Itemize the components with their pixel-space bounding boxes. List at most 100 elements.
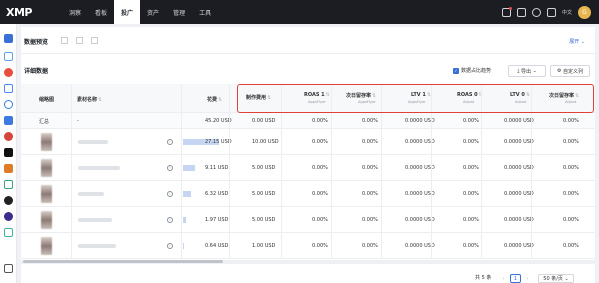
creative-thumbnail[interactable]	[41, 185, 52, 203]
panel-title: 数据预览	[24, 39, 49, 46]
tiktok-icon[interactable]	[4, 148, 13, 157]
col-spend[interactable]: 花费⇅	[207, 96, 222, 103]
cell-roas0-adjust: 0.00%	[463, 139, 479, 145]
column-divider	[181, 84, 182, 259]
cell-roas1-af: 0.00%	[312, 139, 328, 145]
nav-item-ads[interactable]: 投广	[114, 0, 141, 24]
google-ads-icon[interactable]	[4, 68, 13, 77]
language-switch[interactable]: 中文	[562, 9, 572, 16]
export-button[interactable]: ⤓ 导出 ⌄	[508, 65, 546, 77]
spend-ratio-bar	[183, 243, 184, 249]
snapchat-icon[interactable]	[4, 164, 13, 173]
cell-ltv0-adjust: 0.0000 USD	[504, 139, 534, 145]
download-icon: ⤓	[517, 68, 520, 74]
mintegral-icon[interactable]	[4, 196, 13, 205]
info-icon[interactable]: !	[167, 217, 173, 223]
prev-page-icon[interactable]: ‹	[499, 274, 508, 283]
export-label: 导出	[521, 68, 532, 75]
spend-ratio-bar	[183, 191, 191, 197]
gear-icon[interactable]	[4, 52, 13, 61]
facebook-icon[interactable]	[4, 84, 13, 93]
ironsource-icon[interactable]	[4, 212, 13, 221]
cell-retention-adjust: 0.00%	[563, 191, 579, 197]
meta-icon[interactable]	[4, 100, 13, 109]
cell-roas1-af: 0.00%	[312, 243, 328, 249]
summary-roas1-af: 0.00%	[312, 118, 328, 124]
cell-retention-adjust: 0.00%	[563, 139, 579, 145]
pie-view-icon[interactable]	[91, 37, 98, 44]
creative-name-redacted[interactable]	[78, 218, 112, 222]
vungle-icon[interactable]	[4, 228, 13, 237]
sort-icon[interactable]: ⇅	[98, 97, 102, 103]
cell-roas0-adjust: 0.00%	[463, 165, 479, 171]
custom-columns-label: 自定义列	[563, 68, 584, 75]
cell-ltv0-adjust: 0.0000 USD	[504, 243, 534, 249]
app-logo[interactable]: XMP	[0, 6, 36, 19]
creative-name-redacted[interactable]	[78, 166, 120, 170]
info-icon[interactable]: !	[167, 191, 173, 197]
nav-item-tools[interactable]: 工具	[192, 0, 218, 24]
applovin-icon[interactable]	[4, 116, 13, 125]
summary-ltv0-adjust: 0.0000 USD	[504, 118, 534, 124]
checkbox-checked-icon[interactable]: ✓	[453, 67, 459, 74]
cell-spend: 27.15 USD	[205, 139, 232, 145]
top-bar: XMP 洞察 看板 投广 资产 管理 工具 中文 G	[0, 0, 599, 24]
table-row[interactable]: ! 0.64 USD 1.00 USD 0.00% 0.00% 0.0000 USD 0.0…	[21, 233, 595, 259]
info-icon[interactable]: !	[167, 165, 173, 171]
scrollbar-thumb[interactable]	[23, 260, 223, 263]
cell-retention-adjust: 0.00%	[563, 243, 579, 249]
help-icon[interactable]	[531, 7, 541, 17]
nav-item-dashboard[interactable]: 看板	[88, 0, 114, 24]
creative-thumbnail[interactable]	[41, 133, 52, 151]
chevron-down-icon: ⌄	[532, 68, 537, 74]
cell-retention-af: 0.00%	[362, 165, 378, 171]
cell-ltv0-adjust: 0.0000 USD	[504, 165, 534, 171]
info-icon[interactable]: !	[167, 139, 173, 145]
pagination-total: 共 5 条	[475, 275, 492, 281]
bell-icon[interactable]	[501, 6, 512, 17]
ratio-checkbox[interactable]: ✓ 数据占比趋势	[453, 67, 491, 74]
page-size-select[interactable]: 50 条/页 ⌄	[538, 274, 574, 283]
table-view-icon[interactable]	[61, 37, 68, 44]
creative-thumbnail[interactable]	[41, 211, 52, 229]
cell-spend: 0.64 USD	[205, 243, 229, 249]
summary-production-cost: 0.00 USD	[252, 118, 276, 124]
column-divider	[71, 84, 72, 259]
nav-item-assets[interactable]: 资产	[140, 0, 166, 24]
cell-production-cost: 5.00 USD	[252, 165, 276, 171]
cell-retention-adjust: 0.00%	[563, 165, 579, 171]
creative-thumbnail[interactable]	[41, 237, 52, 255]
col-name[interactable]: 素材名称⇅	[77, 96, 102, 103]
sort-icon[interactable]: ⇅	[218, 97, 222, 103]
kwai-icon[interactable]	[4, 132, 13, 141]
summary-name: -	[77, 118, 79, 124]
info-icon[interactable]: !	[167, 243, 173, 249]
table-row[interactable]: ! 9.11 USD 5.00 USD 0.00% 0.00% 0.0000 USD 0.0…	[21, 155, 595, 181]
left-sidebar	[0, 24, 17, 283]
expand-link[interactable]: 展开 ⌄	[569, 38, 585, 45]
collapse-sidebar-icon[interactable]	[4, 264, 13, 273]
summary-spend: 45.20 USD	[205, 118, 232, 124]
custom-columns-button[interactable]: ⚙ 自定义列	[550, 65, 590, 77]
nav-item-insights[interactable]: 洞察	[62, 0, 88, 24]
creative-name-redacted[interactable]	[78, 192, 104, 196]
table-row[interactable]: ! 6.32 USD 5.00 USD 0.00% 0.00% 0.0000 USD 0.0…	[21, 181, 595, 207]
page-current[interactable]: 1	[510, 274, 521, 283]
grid-icon[interactable]	[546, 7, 556, 17]
creative-name-redacted[interactable]	[78, 244, 116, 248]
notification-dot	[508, 6, 512, 10]
avatar[interactable]: G	[578, 5, 591, 19]
unity-icon[interactable]	[4, 180, 13, 189]
document-icon[interactable]	[516, 7, 526, 17]
nav-item-manage[interactable]: 管理	[166, 0, 192, 24]
table-row[interactable]: ! 27.15 USD 10.00 USD 0.00% 0.00% 0.0000 USD 0…	[21, 129, 595, 155]
creative-name-redacted[interactable]	[78, 140, 108, 144]
creative-thumbnail[interactable]	[41, 159, 52, 177]
table-row[interactable]: ! 1.97 USD 5.00 USD 0.00% 0.00% 0.0000 USD 0.0…	[21, 207, 595, 233]
main-nav: 洞察 看板 投广 资产 管理 工具	[62, 0, 218, 24]
main-panel: 数据预览 展开 ⌄ 详细数据 ✓ 数据占比趋势 ⤓ 导出 ⌄ ⚙ 自定义列 缩略…	[21, 27, 595, 283]
next-page-icon[interactable]: ›	[523, 274, 532, 283]
cell-retention-af: 0.00%	[362, 139, 378, 145]
home-icon[interactable]	[4, 34, 13, 43]
chart-view-icon[interactable]	[76, 37, 83, 44]
